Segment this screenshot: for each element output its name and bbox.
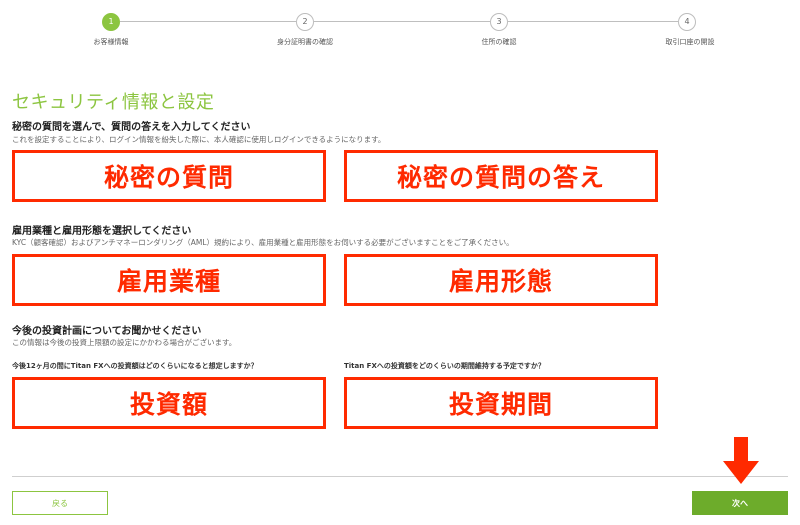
- stepper-line: [120, 21, 296, 22]
- investment-heading: 今後の投資計画についてお聞かせください: [12, 326, 202, 337]
- page-title: セキュリティ情報と設定: [12, 92, 215, 113]
- employment-heading: 雇用業種と雇用形態を選択してください: [12, 226, 192, 237]
- employment-industry-select[interactable]: 雇用業種: [12, 254, 326, 306]
- step-2-indicator: 2: [296, 13, 314, 31]
- investment-amount-question: 今後12ヶ月の間にTitan FXへの投資額はどのくらいになると想定しますか？: [12, 362, 258, 370]
- step-4-indicator: 4: [678, 13, 696, 31]
- investment-amount-label: 投資額: [129, 390, 208, 419]
- footer-divider: [12, 476, 788, 477]
- secret-answer-input[interactable]: 秘密の質問の答え: [344, 150, 658, 202]
- step-2-label: 身分証明書の確認: [277, 38, 333, 46]
- progress-stepper: 1 2 3 4 お客様情報 身分証明書の確認 住所の確認 取引口座の開設: [0, 0, 800, 60]
- step-1-indicator: 1: [102, 13, 120, 31]
- step-3-indicator: 3: [490, 13, 508, 31]
- secret-question-label: 秘密の質問: [103, 163, 234, 192]
- employment-status-select[interactable]: 雇用形態: [344, 254, 658, 306]
- investment-description: この情報は今後の投資上限額の設定にかかわる場合がございます。: [12, 338, 237, 347]
- security-description: これを設定することにより、ログイン情報を紛失した際に、本人確認に使用しログインで…: [12, 135, 386, 144]
- investment-period-label: 投資期間: [448, 390, 553, 419]
- step-3-label: 住所の確認: [481, 38, 517, 46]
- stepper-line: [314, 21, 490, 22]
- employment-industry-label: 雇用業種: [116, 267, 221, 296]
- arrow-down-icon: [723, 437, 759, 484]
- employment-description: KYC（顧客確認）およびアンチマネーロンダリング（AML）規約により、雇用業種と…: [12, 238, 514, 247]
- step-1-label: お客様情報: [93, 38, 129, 46]
- step-4-label: 取引口座の開設: [665, 38, 715, 46]
- investment-amount-select[interactable]: 投資額: [12, 377, 326, 429]
- investment-period-select[interactable]: 投資期間: [344, 377, 658, 429]
- employment-status-label: 雇用形態: [448, 267, 553, 296]
- secret-answer-label: 秘密の質問の答え: [396, 163, 605, 192]
- investment-period-question: Titan FXへの投資額をどのくらいの期間維持する予定ですか？: [344, 362, 545, 370]
- next-button[interactable]: 次へ: [692, 491, 788, 515]
- security-heading: 秘密の質問を選んで、質問の答えを入力してください: [12, 122, 251, 133]
- back-button[interactable]: 戻る: [12, 491, 108, 515]
- stepper-line: [508, 21, 678, 22]
- secret-question-select[interactable]: 秘密の質問: [12, 150, 326, 202]
